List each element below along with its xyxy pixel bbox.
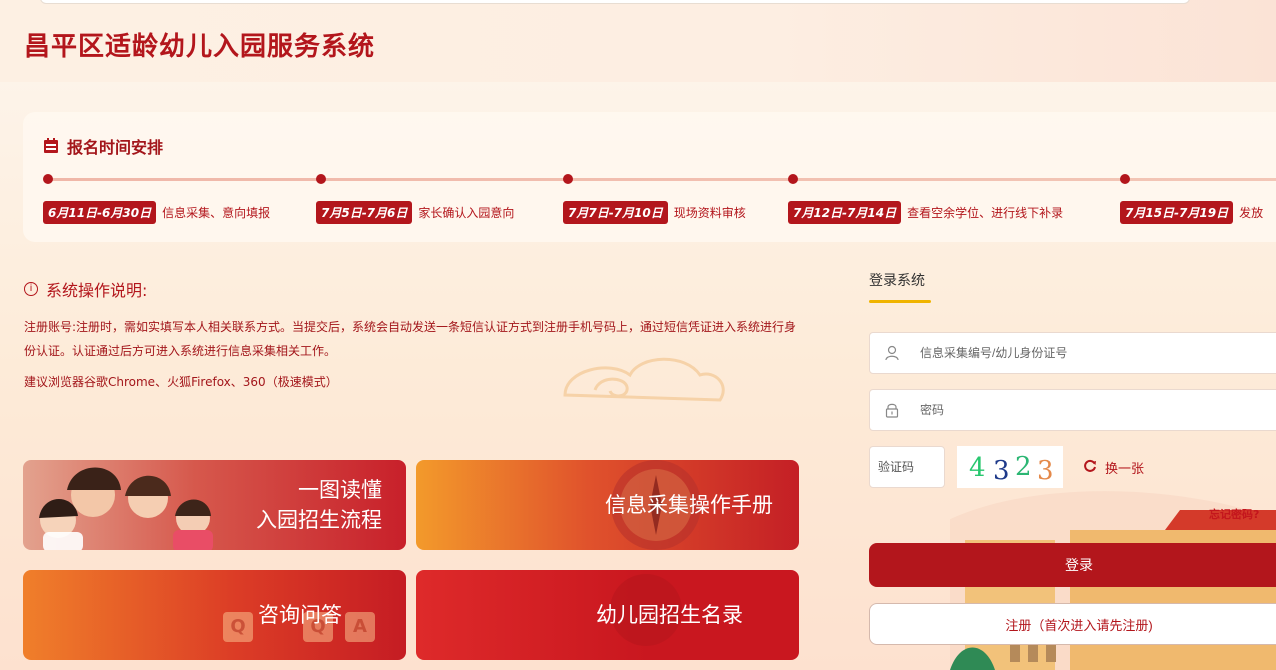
site-title: 昌平区适龄幼儿入园服务系统 — [24, 32, 376, 62]
timeline-text: 发放 — [1239, 206, 1264, 220]
schedule-header: 报名时间安排 — [43, 134, 163, 158]
captcha-image[interactable]: 4 3 2 3 — [957, 446, 1063, 488]
letter-q-cube: Q — [223, 612, 253, 642]
timeline-text: 信息采集、意向填报 — [162, 206, 271, 220]
captcha-input[interactable] — [878, 460, 948, 474]
timeline-dot — [316, 174, 326, 184]
refresh-label: 换一张 — [1105, 462, 1145, 477]
login-button[interactable]: 登录 — [869, 543, 1276, 587]
login-tab[interactable]: 登录系统 — [869, 270, 1276, 290]
login-panel: 登录系统 4 3 2 3 换一张 忘记密码? 登录 注册（首次进入请先注册) — [869, 270, 1276, 645]
timeline-date: 6月11日-6月30日 — [43, 201, 157, 224]
timeline-dot — [43, 174, 53, 184]
timeline-date: 7月12日-7月14日 — [788, 201, 902, 224]
timeline-date: 7月7日-7月10日 — [563, 201, 668, 224]
timeline-dot — [563, 174, 573, 184]
instructions-title: 系统操作说明: — [46, 281, 148, 300]
qa-title: 咨询问答 — [258, 603, 342, 627]
timeline-text: 现场资料审核 — [673, 206, 746, 220]
header: 昌平区适龄幼儿入园服务系统 — [0, 0, 1276, 82]
info-icon: i — [24, 282, 38, 296]
flow-title-line2: 入园招生流程 — [256, 508, 382, 532]
timeline-line — [47, 178, 1276, 181]
username-input[interactable] — [920, 346, 1250, 360]
list-title: 幼儿园招生名录 — [596, 603, 743, 627]
list-tile[interactable]: 幼儿园招生名录 — [416, 570, 799, 660]
password-field[interactable] — [869, 389, 1276, 431]
calendar-icon — [43, 138, 59, 154]
refresh-captcha-button[interactable]: 换一张 — [1083, 458, 1144, 477]
register-button[interactable]: 注册（首次进入请先注册) — [869, 603, 1276, 645]
letter-a-cube: A — [345, 612, 375, 642]
lock-icon — [882, 402, 902, 418]
timeline-text: 家长确认入园意向 — [418, 206, 515, 220]
schedule-panel: 报名时间安排 6月11日-6月30日 信息采集、意向填报 7月5日-7月6日 家… — [23, 112, 1276, 242]
user-icon — [882, 345, 902, 361]
login-tab-indicator — [869, 300, 931, 303]
cloud-decoration — [563, 357, 725, 402]
captcha-char: 3 — [993, 456, 1010, 486]
manual-tile[interactable]: 信息采集操作手册 — [416, 460, 799, 550]
flow-tile[interactable]: 一图读懂 入园招生流程 — [23, 460, 406, 550]
manual-title: 信息采集操作手册 — [605, 493, 773, 517]
captcha-char: 3 — [1037, 456, 1054, 486]
forgot-password-link[interactable]: 忘记密码? — [1209, 506, 1259, 522]
qa-tile[interactable]: Q Q A 咨询问答 — [23, 570, 406, 660]
timeline-text: 查看空余学位、进行线下补录 — [907, 206, 1064, 220]
captcha-field[interactable] — [869, 446, 948, 488]
timeline-date: 7月15日-7月19日 — [1120, 201, 1234, 224]
schedule-title: 报名时间安排 — [67, 138, 164, 157]
refresh-icon — [1083, 459, 1097, 477]
family-photo — [39, 467, 213, 550]
captcha-char: 2 — [1015, 452, 1032, 482]
browser-bar — [40, 0, 1190, 4]
captcha-char: 4 — [969, 453, 986, 483]
username-field[interactable] — [869, 332, 1276, 374]
timeline-dot — [788, 174, 798, 184]
password-input[interactable] — [920, 403, 1250, 417]
timeline-date: 7月5日-7月6日 — [316, 201, 413, 224]
timeline-dot — [1120, 174, 1130, 184]
flow-title-line1: 一图读懂 — [298, 478, 382, 502]
